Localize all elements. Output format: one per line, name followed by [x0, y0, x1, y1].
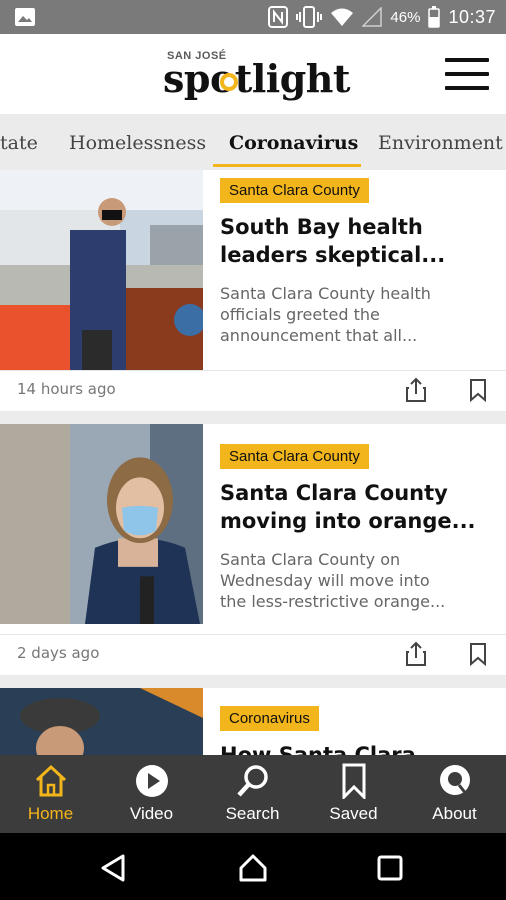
image-icon [15, 8, 35, 26]
article-feed[interactable]: Santa Clara County South Bay health lead… [0, 170, 506, 755]
tab-environment[interactable]: Environment [378, 114, 503, 170]
bottom-navigation: Home Video Search Saved About [0, 755, 506, 833]
headline-line: How Santa Clara [220, 743, 416, 755]
category-badge[interactable]: Coronavirus [220, 706, 319, 731]
article-timestamp: 14 hours ago [17, 380, 116, 398]
article-headline[interactable]: South Bay health leaders skeptical... [220, 213, 496, 269]
excerpt-line: the less-restrictive orange... [220, 592, 446, 611]
play-icon [136, 765, 168, 797]
signal-icon [362, 7, 383, 27]
nav-label: Saved [329, 804, 378, 823]
tab-homelessness[interactable]: Homelessness [69, 114, 206, 170]
article-footer: 14 hours ago [0, 370, 506, 411]
category-tabs: tate Homelessness Coronavirus Environmen… [0, 114, 506, 171]
headline-line: moving into orange... [220, 509, 476, 533]
nav-home[interactable]: Home [0, 755, 101, 833]
clock: 10:37 [448, 6, 496, 27]
article-excerpt: Santa Clara County health officials gree… [220, 283, 496, 346]
nav-label: Home [27, 804, 74, 823]
home-button-icon[interactable] [238, 853, 268, 883]
search-icon [237, 765, 268, 797]
article-timestamp: 2 days ago [17, 644, 100, 662]
category-badge[interactable]: Santa Clara County [220, 178, 369, 203]
status-bar: 46% 10:37 [0, 0, 506, 34]
wifi-icon [331, 8, 354, 26]
tab-state[interactable]: tate [0, 114, 38, 170]
app-header: SAN JOSÉ spotlight [0, 34, 506, 114]
home-icon [35, 764, 67, 797]
share-icon[interactable] [404, 377, 428, 403]
excerpt-line: Santa Clara County on [220, 550, 401, 569]
system-navigation-bar [0, 833, 506, 900]
nav-about[interactable]: About [404, 755, 505, 833]
article-footer: 2 days ago [0, 634, 506, 675]
category-badge[interactable]: Santa Clara County [220, 444, 369, 469]
vibrate-icon [296, 6, 323, 28]
headline-line: leaders skeptical... [220, 243, 446, 267]
nfc-icon [268, 6, 289, 28]
bookmark-icon [342, 763, 366, 799]
article-photo[interactable] [0, 424, 203, 624]
excerpt-line: officials greeted the [220, 305, 380, 324]
bookmark-icon[interactable] [467, 378, 489, 402]
headline-line: South Bay health [220, 215, 423, 239]
article-photo[interactable] [0, 170, 203, 370]
spotlight-logo[interactable]: SAN JOSÉ spotlight [163, 50, 350, 106]
share-icon[interactable] [404, 641, 428, 667]
nav-saved[interactable]: Saved [303, 755, 404, 833]
nav-label: About [432, 804, 477, 823]
logo-accent-ring [220, 73, 238, 91]
nav-label: Search [225, 804, 280, 823]
excerpt-line: announcement that all... [220, 326, 418, 345]
battery-icon [428, 6, 441, 28]
excerpt-line: Santa Clara County health [220, 284, 431, 303]
article-card[interactable]: Coronavirus How Santa Clara [0, 688, 506, 755]
article-card[interactable]: Santa Clara County South Bay health lead… [0, 170, 506, 411]
battery-percent: 46% [390, 8, 421, 26]
bookmark-icon[interactable] [467, 642, 489, 666]
excerpt-line: Wednesday will move into [220, 571, 430, 590]
article-photo[interactable] [0, 688, 203, 755]
recents-icon[interactable] [375, 853, 405, 883]
nav-label: Video [129, 804, 174, 823]
nav-video[interactable]: Video [101, 755, 202, 833]
tab-coronavirus[interactable]: Coronavirus [229, 114, 358, 170]
nav-search[interactable]: Search [202, 755, 303, 833]
article-headline[interactable]: How Santa Clara [220, 741, 496, 755]
chat-icon [440, 765, 470, 796]
logo-wordmark: spotlight [163, 56, 350, 101]
article-excerpt: Santa Clara County on Wednesday will mov… [220, 549, 496, 612]
active-tab-indicator [213, 164, 361, 167]
back-icon[interactable] [99, 853, 129, 883]
headline-line: Santa Clara County [220, 481, 448, 505]
hamburger-icon[interactable] [443, 54, 491, 94]
article-card[interactable]: Santa Clara County Santa Clara County mo… [0, 424, 506, 675]
article-headline[interactable]: Santa Clara County moving into orange... [220, 479, 496, 535]
